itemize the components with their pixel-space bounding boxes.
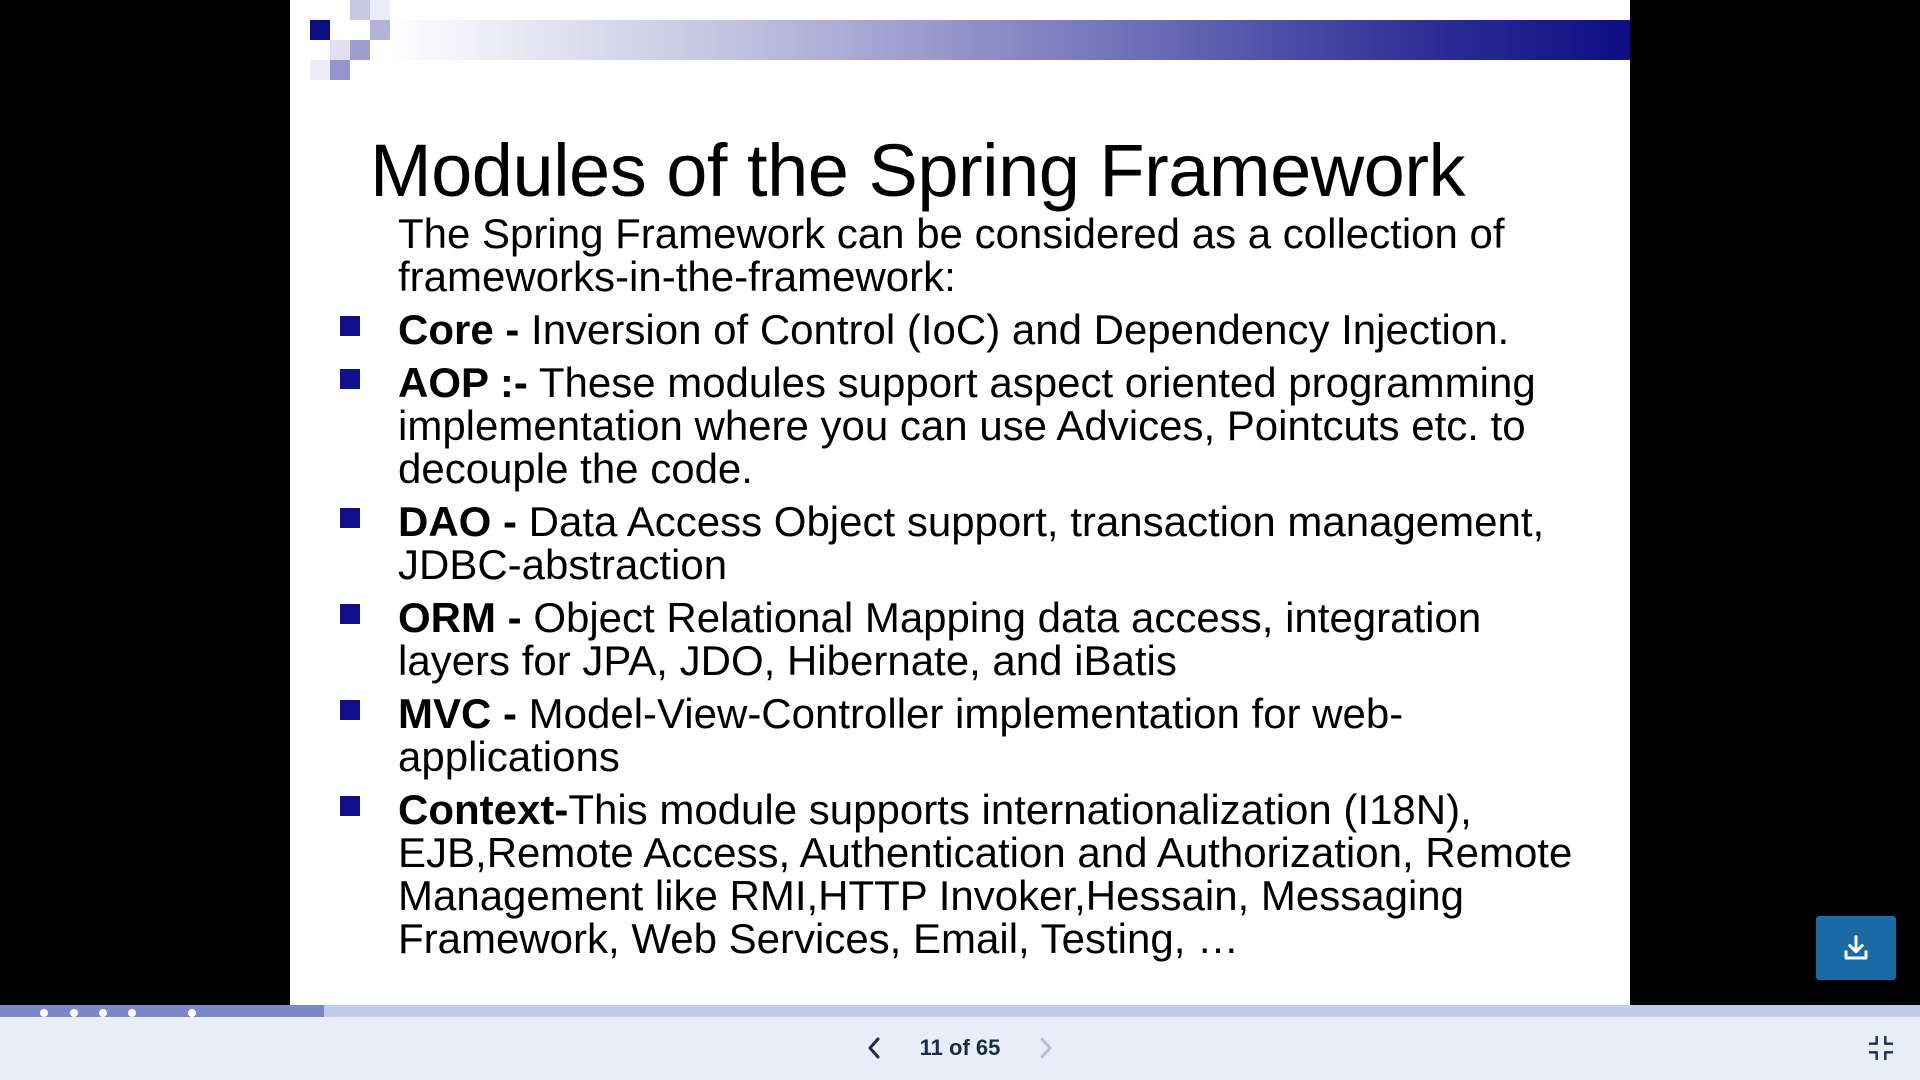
item-text: Data Access Object support, transaction …	[398, 498, 1545, 588]
bullet-square-icon	[340, 508, 360, 528]
item-term: Context-	[398, 786, 569, 833]
slide-body: The Spring Framework can be considered a…	[340, 210, 1598, 970]
previous-page-button[interactable]	[860, 1030, 888, 1066]
item-text: Object Relational Mapping data access, i…	[398, 594, 1482, 684]
decor-square	[310, 20, 330, 40]
progress-marker[interactable]	[40, 1009, 48, 1017]
chevron-left-icon	[868, 1037, 880, 1059]
slide-intro: The Spring Framework can be considered a…	[398, 210, 1505, 300]
progress-marker[interactable]	[188, 1009, 196, 1017]
download-button[interactable]	[1816, 916, 1896, 980]
item-term: DAO -	[398, 498, 517, 545]
item-text: This module supports internationalizatio…	[398, 786, 1573, 962]
page-indicator: 11 of 65	[919, 1035, 1001, 1060]
exit-fullscreen-button[interactable]	[1866, 1033, 1896, 1063]
slide-stage: Modules of the Spring Framework The Spri…	[0, 0, 1920, 1005]
slide-title: Modules of the Spring Framework	[370, 129, 1465, 212]
slide-header-band	[385, 20, 1630, 60]
bullet-item-aop: AOP :- These modules support aspect orie…	[340, 359, 1598, 492]
slide: Modules of the Spring Framework The Spri…	[290, 0, 1630, 1005]
item-text: These modules support aspect oriented pr…	[398, 359, 1536, 492]
item-text: Model-View-Controller implementation for…	[398, 690, 1404, 780]
bullet-item-orm: ORM - Object Relational Mapping data acc…	[340, 594, 1598, 684]
page-navigation: 11 of 65	[860, 1030, 1060, 1066]
progress-marker[interactable]	[99, 1009, 107, 1017]
decor-square	[370, 20, 390, 40]
item-term: MVC -	[398, 690, 517, 737]
decor-square	[330, 60, 350, 80]
bullet-square-icon	[340, 604, 360, 624]
exit-fullscreen-icon	[1868, 1035, 1894, 1061]
item-term: AOP :-	[398, 359, 528, 406]
progress-bar[interactable]	[0, 1005, 1920, 1017]
progress-marker[interactable]	[70, 1009, 78, 1017]
next-page-button[interactable]	[1032, 1030, 1060, 1066]
chevron-right-icon	[1040, 1037, 1052, 1059]
progress-marker[interactable]	[128, 1009, 136, 1017]
decor-square	[330, 40, 350, 60]
decor-square	[370, 0, 390, 20]
bullet-item-context: Context-This module supports internation…	[340, 786, 1598, 962]
bullet-square-icon	[340, 796, 360, 816]
bullet-item-mvc: MVC - Model-View-Controller implementati…	[340, 690, 1598, 780]
progress-fill	[0, 1005, 325, 1017]
item-term: Core -	[398, 306, 520, 353]
bullet-item-core: Core - Inversion of Control (IoC) and De…	[340, 306, 1598, 353]
bullet-square-icon	[340, 316, 360, 336]
bullet-item-dao: DAO - Data Access Object support, transa…	[340, 498, 1598, 588]
item-term: ORM -	[398, 594, 522, 641]
bullet-square-icon	[340, 369, 360, 389]
decor-square	[310, 60, 330, 80]
bullet-square-icon	[340, 700, 360, 720]
decor-square	[350, 0, 370, 20]
download-icon	[1844, 935, 1868, 960]
item-text: Inversion of Control (IoC) and Dependenc…	[519, 306, 1510, 353]
decor-square	[350, 40, 370, 60]
